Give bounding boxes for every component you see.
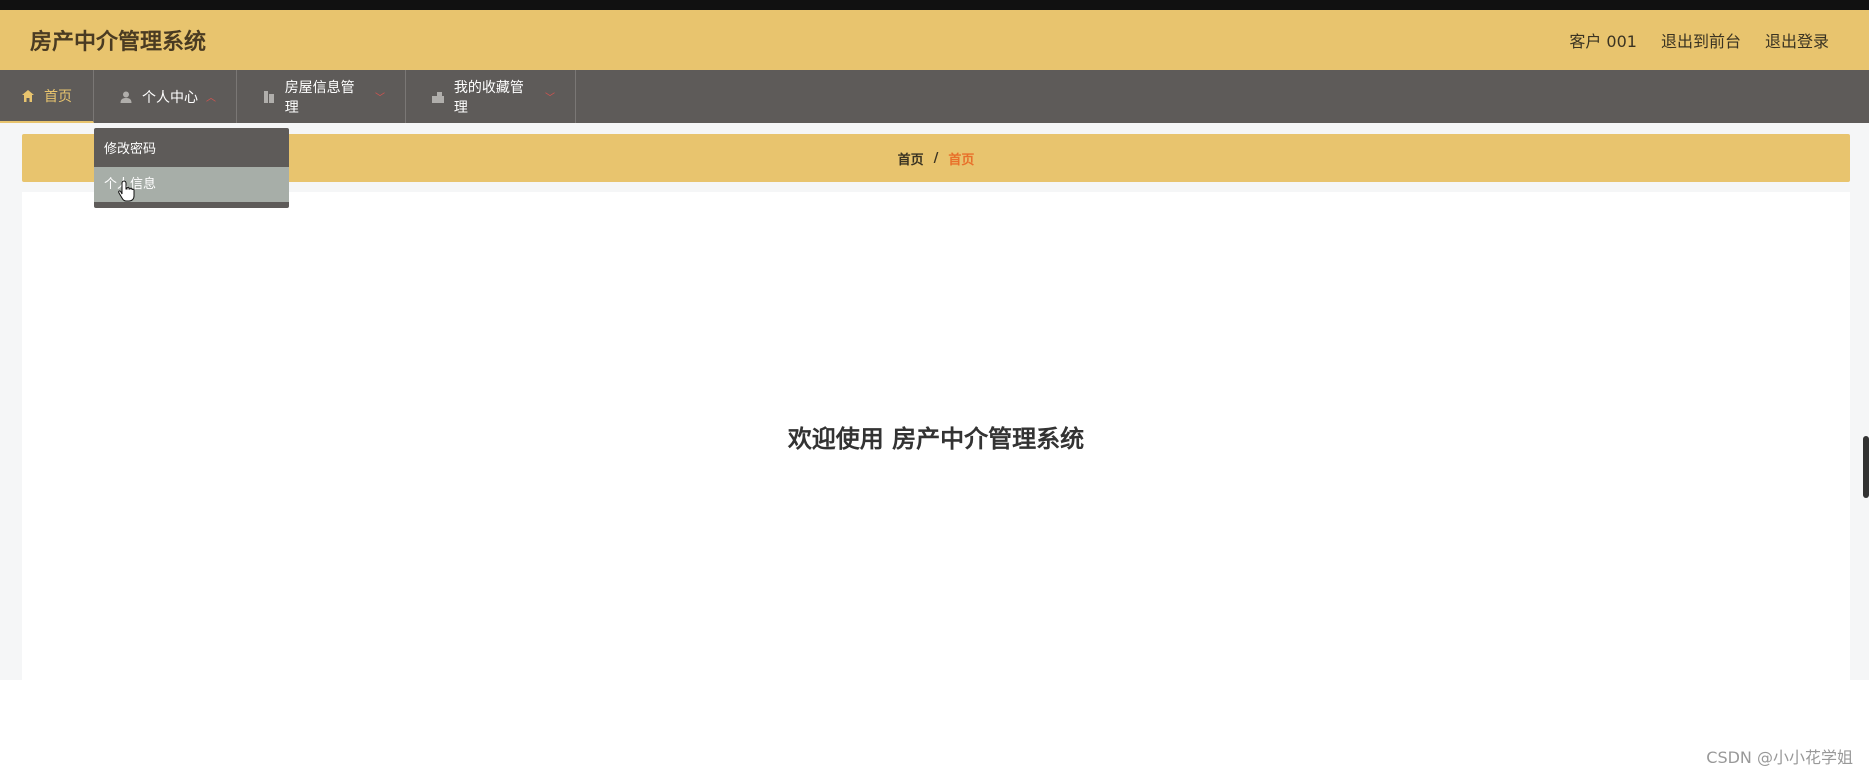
- nav-house-info[interactable]: 房屋信息管理 ﹀: [237, 70, 406, 123]
- chevron-up-icon: ︿: [206, 93, 216, 104]
- nav-favorites[interactable]: 我的收藏管理 ﹀: [406, 70, 576, 123]
- main-nav: 首页 个人中心 ︿ 房屋信息管理 ﹀ 我的收藏管理 ﹀: [0, 70, 1869, 123]
- breadcrumb-current: 首页: [948, 152, 975, 168]
- header-links: 客户 001 退出到前台 退出登录: [1545, 28, 1829, 52]
- nav-favorites-label: 我的收藏管理: [453, 79, 524, 116]
- nav-home-label: 首页: [44, 88, 72, 105]
- breadcrumb: 首页 / 首页: [22, 134, 1850, 182]
- logout-link[interactable]: 退出登录: [1765, 28, 1829, 52]
- exit-to-front-link[interactable]: 退出到前台: [1661, 28, 1741, 52]
- menu-item-change-password[interactable]: 修改密码: [94, 132, 289, 167]
- favorites-icon: [430, 89, 446, 105]
- nav-home[interactable]: 首页: [0, 70, 94, 123]
- top-window-strip: [0, 0, 1869, 10]
- nav-house-info-label: 房屋信息管理: [284, 79, 355, 116]
- chevron-down-icon: ﹀: [545, 93, 555, 104]
- home-icon: [20, 88, 36, 104]
- scrollbar-thumb[interactable]: [1863, 436, 1869, 498]
- building-icon: [261, 89, 277, 105]
- app-title: 房产中介管理系统: [30, 30, 207, 55]
- breadcrumb-root[interactable]: 首页: [898, 149, 924, 168]
- hand-pointer-icon: [118, 180, 136, 207]
- user-name[interactable]: 客户 001: [1569, 28, 1637, 52]
- nav-personal-center[interactable]: 个人中心 ︿: [94, 70, 237, 123]
- user-icon: [118, 89, 134, 105]
- app-header: 房产中介管理系统 客户 001 退出到前台 退出登录: [0, 10, 1869, 70]
- breadcrumb-separator: /: [933, 150, 939, 166]
- watermark: CSDN @小小花学姐: [1706, 748, 1853, 767]
- nav-personal-center-label: 个人中心: [142, 89, 198, 106]
- chevron-down-icon: ﹀: [375, 93, 385, 104]
- welcome-message: 欢迎使用 房产中介管理系统: [787, 424, 1085, 453]
- main-panel: 欢迎使用 房产中介管理系统: [22, 192, 1850, 680]
